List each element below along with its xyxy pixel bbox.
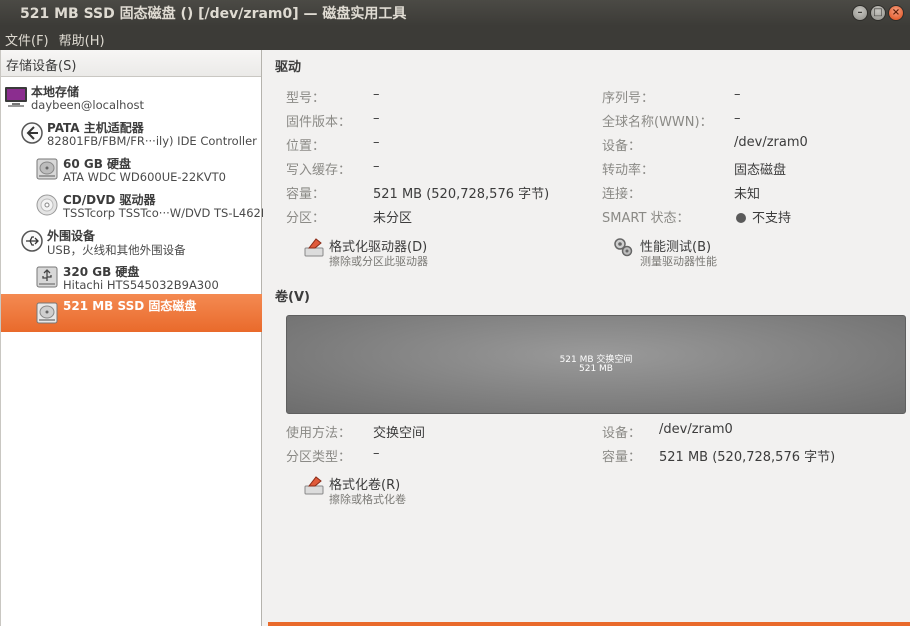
firmware-label: 固件版本： bbox=[286, 115, 352, 130]
ssd-icon bbox=[36, 302, 58, 324]
tree-item-subtitle: TSSTcorp TSSTco···W/DVD TS-L462D bbox=[63, 206, 270, 220]
tree-item-320gb-disk[interactable]: 320 GB 硬盘 Hitachi HTS545032B9A300 bbox=[1, 260, 262, 296]
eraser-icon bbox=[304, 476, 324, 495]
storage-device-sidebar: 存储设备(S) 本地存储 daybeen@localhost PATA 主机适配… bbox=[0, 50, 270, 626]
capacity-label: 容量： bbox=[286, 187, 326, 202]
usage-value: 交换空间 bbox=[373, 426, 426, 441]
model-value: – bbox=[373, 87, 380, 102]
hard-disk-icon bbox=[36, 158, 58, 180]
close-button[interactable]: × bbox=[888, 5, 904, 21]
tree-item-title: 521 MB SSD 固态磁盘 bbox=[63, 299, 197, 313]
drive-section-title: 驱动 bbox=[275, 60, 302, 75]
volume-partition-bar[interactable]: 521 MB 交换空间 521 MB bbox=[286, 315, 906, 414]
tree-item-local-storage[interactable]: 本地存储 daybeen@localhost bbox=[1, 80, 262, 116]
volumes-section-title: 卷(V) bbox=[275, 290, 310, 305]
tree-item-subtitle: 82801FB/FBM/FR···ily) IDE Controller bbox=[47, 134, 257, 148]
menu-file[interactable]: 文件(F) bbox=[0, 26, 54, 50]
capacity-value: 521 MB (520,728,576 字节) bbox=[373, 187, 550, 202]
smart-status-text: 不支持 bbox=[752, 211, 792, 226]
partitioning-value: 未分区 bbox=[373, 211, 413, 226]
partition-type-value: – bbox=[373, 446, 380, 461]
partition-size: 521 MB bbox=[579, 364, 613, 374]
format-volume-button[interactable]: 格式化卷(R) 擦除或格式化卷 bbox=[303, 474, 503, 508]
title-bar: 521 MB SSD 固态磁盘 () [/dev/zram0] — 磁盘实用工具… bbox=[0, 0, 910, 26]
connection-value: 未知 bbox=[734, 187, 761, 202]
usage-label: 使用方法： bbox=[286, 426, 352, 441]
tree-item-subtitle: Hitachi HTS545032B9A300 bbox=[63, 278, 219, 292]
volume-device-label: 设备： bbox=[602, 426, 642, 441]
menu-bar: 文件(F) 帮助(H) bbox=[0, 26, 910, 50]
model-label: 型号： bbox=[286, 91, 326, 106]
tree-item-cd-dvd-drive[interactable]: CD/DVD 驱动器 TSSTcorp TSSTco···W/DVD TS-L4… bbox=[1, 188, 270, 224]
detail-panel: 驱动 型号： – 固件版本： – 位置： – 写入缓存： – 容量： 521 M… bbox=[263, 50, 910, 626]
format-volume-desc: 擦除或格式化卷 bbox=[329, 493, 406, 506]
device-value: /dev/zram0 bbox=[734, 135, 808, 150]
serial-label: 序列号： bbox=[602, 91, 655, 106]
tree-item-521mb-ssd[interactable]: 521 MB SSD 固态磁盘 bbox=[1, 294, 262, 332]
eraser-icon bbox=[304, 238, 324, 257]
bottom-accent-line bbox=[268, 622, 910, 626]
format-drive-button[interactable]: 格式化驱动器(D) 擦除或分区此驱动器 bbox=[303, 236, 503, 270]
tree-item-subtitle: USB，火线和其他外围设备 bbox=[47, 243, 186, 257]
wwn-label: 全球名称(WWN)： bbox=[602, 115, 713, 130]
rotation-rate-value: 固态磁盘 bbox=[734, 163, 787, 178]
usb-icon bbox=[21, 230, 43, 252]
location-label: 位置： bbox=[286, 139, 326, 154]
device-label: 设备： bbox=[602, 139, 642, 154]
location-value: – bbox=[373, 135, 380, 150]
tree-item-peripherals[interactable]: 外围设备 USB，火线和其他外围设备 bbox=[1, 224, 262, 260]
benchmark-button[interactable]: 性能测试(B) 测量驱动器性能 bbox=[612, 236, 812, 270]
wwn-value: – bbox=[734, 111, 741, 126]
format-drive-desc: 擦除或分区此驱动器 bbox=[329, 255, 428, 268]
write-cache-label: 写入缓存： bbox=[286, 163, 352, 178]
gears-icon bbox=[614, 238, 633, 257]
minimize-button[interactable]: – bbox=[852, 5, 868, 21]
tree-item-subtitle: daybeen@localhost bbox=[31, 98, 145, 112]
status-dot-icon bbox=[736, 213, 746, 223]
tree-item-60gb-disk[interactable]: 60 GB 硬盘 ATA WDC WD600UE-22KVT0 bbox=[1, 152, 262, 188]
maximize-button[interactable]: □ bbox=[870, 5, 886, 21]
window-controls: – □ × bbox=[852, 5, 904, 21]
usb-disk-icon bbox=[36, 266, 58, 288]
partitioning-label: 分区： bbox=[286, 211, 326, 226]
volume-capacity-value: 521 MB (520,728,576 字节) bbox=[659, 450, 836, 465]
computer-icon bbox=[5, 87, 27, 107]
window-title: 521 MB SSD 固态磁盘 () [/dev/zram0] — 磁盘实用工具 bbox=[20, 6, 407, 22]
smart-status-label: SMART 状态： bbox=[602, 211, 690, 226]
smart-status-value: 不支持 bbox=[736, 207, 791, 226]
sidebar-header: 存储设备(S) bbox=[1, 50, 261, 77]
volume-device-value: /dev/zram0 bbox=[659, 422, 733, 437]
firmware-value: – bbox=[373, 111, 380, 126]
benchmark-desc: 测量驱动器性能 bbox=[640, 255, 717, 268]
volume-capacity-label: 容量： bbox=[602, 450, 642, 465]
optical-disc-icon bbox=[36, 194, 58, 216]
connection-label: 连接： bbox=[602, 187, 642, 202]
rotation-rate-label: 转动率： bbox=[602, 163, 655, 178]
partition-type-label: 分区类型： bbox=[286, 450, 352, 465]
write-cache-value: – bbox=[373, 159, 380, 174]
tree-item-subtitle: ATA WDC WD600UE-22KVT0 bbox=[63, 170, 226, 184]
serial-value: – bbox=[734, 87, 741, 102]
menu-help[interactable]: 帮助(H) bbox=[54, 26, 110, 50]
controller-icon bbox=[21, 122, 43, 144]
tree-item-pata-controller[interactable]: PATA 主机适配器 82801FB/FBM/FR···ily) IDE Con… bbox=[1, 116, 262, 152]
